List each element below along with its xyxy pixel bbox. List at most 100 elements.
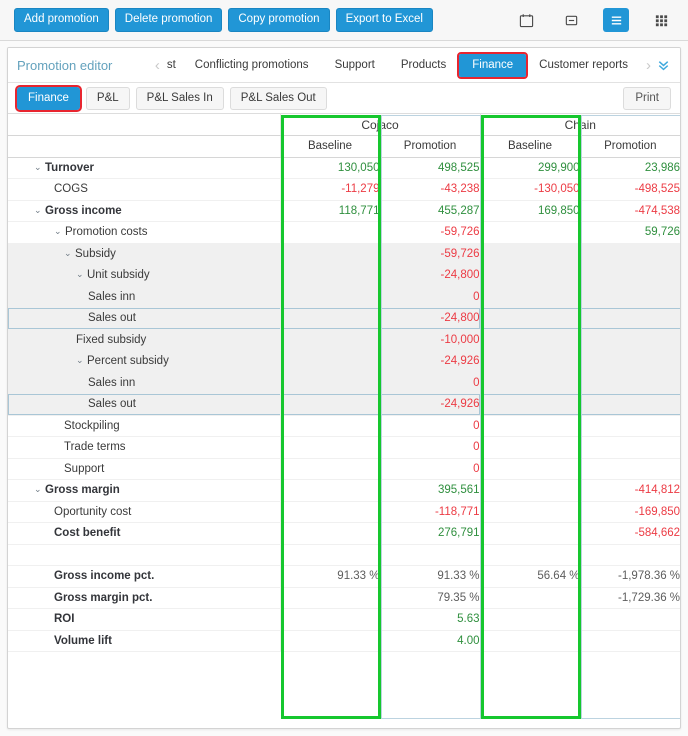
table-row[interactable]: Volume lift 4.00 bbox=[8, 630, 680, 652]
row-expand-caret-icon[interactable]: ⌄ bbox=[54, 226, 65, 237]
cell-chain-baseline[interactable]: 56.64 % bbox=[479, 565, 581, 588]
row-expand-caret-icon[interactable]: ⌄ bbox=[64, 248, 75, 259]
table-row[interactable]: ROI 5.63 bbox=[8, 608, 680, 631]
tab-customer-reports[interactable]: Customer reports bbox=[526, 54, 641, 77]
cell-chain-promotion[interactable]: -584,662 bbox=[579, 522, 680, 545]
cell-cojaco-baseline[interactable] bbox=[279, 221, 380, 244]
cell-cojaco-promotion[interactable]: -24,800 bbox=[379, 264, 481, 287]
cell-chain-baseline[interactable] bbox=[479, 436, 581, 459]
row-expand-caret-icon[interactable]: ⌄ bbox=[34, 484, 45, 495]
table-row[interactable] bbox=[8, 544, 680, 566]
cell-chain-baseline[interactable] bbox=[479, 243, 581, 265]
tab-finance[interactable]: Finance bbox=[457, 51, 529, 79]
row-expand-caret-icon[interactable]: ⌄ bbox=[76, 269, 87, 280]
cell-chain-promotion[interactable]: -1,729.36 % bbox=[579, 587, 680, 609]
cell-chain-promotion[interactable] bbox=[579, 329, 680, 351]
subtab-pl[interactable]: P&L bbox=[85, 86, 130, 110]
cell-cojaco-promotion[interactable]: 0 bbox=[379, 458, 481, 480]
table-row[interactable]: Gross margin pct. 79.35 % -1,729.36 % bbox=[8, 587, 680, 609]
cell-cojaco-promotion[interactable]: 498,525 bbox=[379, 157, 481, 179]
print-button[interactable]: Print bbox=[623, 86, 671, 110]
cell-cojaco-promotion[interactable]: 455,287 bbox=[379, 200, 481, 222]
subtab-finance[interactable]: Finance bbox=[15, 84, 82, 112]
cell-cojaco-baseline[interactable] bbox=[279, 587, 380, 609]
add-promotion-button[interactable]: Add promotion bbox=[14, 8, 109, 32]
tab-products[interactable]: Products bbox=[388, 54, 459, 77]
cell-chain-promotion[interactable] bbox=[579, 458, 680, 480]
cell-chain-baseline[interactable] bbox=[479, 350, 581, 373]
chevron-down-icon[interactable] bbox=[656, 57, 671, 74]
table-row[interactable]: ⌄ Promotion costs -59,726 59,726 bbox=[8, 221, 680, 244]
table-row[interactable]: ⌄ Unit subsidy -24,800 bbox=[8, 264, 680, 287]
cell-cojaco-baseline[interactable] bbox=[279, 608, 380, 631]
tab-clipped[interactable]: st bbox=[165, 54, 182, 77]
cell-chain-promotion[interactable] bbox=[579, 608, 680, 631]
cell-cojaco-promotion[interactable]: -118,771 bbox=[379, 501, 481, 523]
cell-cojaco-promotion[interactable]: -24,800 bbox=[379, 307, 481, 330]
cell-chain-baseline[interactable] bbox=[479, 501, 581, 523]
table-row[interactable]: Trade terms 0 bbox=[8, 436, 680, 459]
cell-chain-baseline[interactable]: -130,050 bbox=[479, 178, 581, 201]
cell-cojaco-promotion[interactable]: -59,726 bbox=[379, 221, 481, 244]
tabs-prev-arrow[interactable]: ‹ bbox=[150, 58, 165, 73]
tab-conflicting-promotions[interactable]: Conflicting promotions bbox=[182, 54, 322, 77]
tab-support[interactable]: Support bbox=[322, 54, 388, 77]
cell-chain-promotion[interactable] bbox=[579, 372, 680, 394]
table-row[interactable]: ⌄ Gross margin 395,561 -414,812 bbox=[8, 479, 680, 502]
cell-chain-baseline[interactable] bbox=[479, 522, 581, 545]
table-row[interactable]: ⌄ Subsidy -59,726 bbox=[8, 243, 680, 265]
cell-cojaco-promotion[interactable]: -43,238 bbox=[379, 178, 481, 201]
cell-cojaco-promotion[interactable] bbox=[379, 544, 481, 566]
cell-cojaco-baseline[interactable] bbox=[279, 350, 380, 373]
cell-chain-baseline[interactable] bbox=[479, 479, 581, 502]
cell-cojaco-baseline[interactable] bbox=[279, 544, 380, 566]
cell-chain-baseline[interactable] bbox=[479, 221, 581, 244]
table-row[interactable]: ⌄ Percent subsidy -24,926 bbox=[8, 350, 680, 373]
delete-promotion-button[interactable]: Delete promotion bbox=[114, 8, 223, 32]
cell-cojaco-baseline[interactable]: -11,279 bbox=[279, 178, 380, 201]
table-row[interactable]: Support 0 bbox=[8, 458, 680, 480]
cell-cojaco-promotion[interactable]: 4.00 bbox=[379, 630, 481, 652]
cell-cojaco-baseline[interactable] bbox=[279, 522, 380, 545]
cell-chain-baseline[interactable] bbox=[479, 415, 581, 437]
cell-cojaco-promotion[interactable]: 0 bbox=[379, 436, 481, 459]
export-to-excel-button[interactable]: Export to Excel bbox=[335, 8, 433, 32]
cell-chain-promotion[interactable]: 23,986 bbox=[579, 157, 680, 179]
cell-cojaco-baseline[interactable] bbox=[279, 286, 380, 308]
cell-chain-promotion[interactable]: -1,978.36 % bbox=[579, 565, 680, 588]
cell-cojaco-baseline[interactable] bbox=[279, 479, 380, 502]
cell-chain-baseline[interactable] bbox=[479, 264, 581, 287]
table-row[interactable]: Sales inn 0 bbox=[8, 286, 680, 308]
cell-chain-promotion[interactable] bbox=[579, 544, 680, 566]
cell-chain-baseline[interactable] bbox=[479, 307, 581, 330]
cell-chain-promotion[interactable]: -498,525 bbox=[579, 178, 680, 201]
cell-cojaco-baseline[interactable] bbox=[279, 264, 380, 287]
cell-chain-baseline[interactable] bbox=[479, 286, 581, 308]
cell-chain-baseline[interactable]: 169,850 bbox=[479, 200, 581, 222]
cell-chain-baseline[interactable] bbox=[479, 329, 581, 351]
cell-chain-promotion[interactable]: -169,850 bbox=[579, 501, 680, 523]
subtab-pl-sales-out[interactable]: P&L Sales Out bbox=[229, 86, 327, 110]
cell-cojaco-promotion[interactable]: -24,926 bbox=[379, 350, 481, 373]
cell-chain-promotion[interactable] bbox=[579, 393, 680, 416]
list-view-icon[interactable] bbox=[603, 8, 629, 32]
cell-chain-baseline[interactable] bbox=[479, 630, 581, 652]
column-header-cojaco-promotion[interactable]: Promotion bbox=[379, 135, 481, 158]
cell-cojaco-baseline[interactable]: 130,050 bbox=[279, 157, 380, 179]
table-row[interactable]: Gross income pct. 91.33 % 91.33 % 56.64 % -1… bbox=[8, 565, 680, 588]
cell-cojaco-promotion[interactable]: -59,726 bbox=[379, 243, 481, 265]
cell-chain-promotion[interactable]: -414,812 bbox=[579, 479, 680, 502]
column-header-chain-promotion[interactable]: Promotion bbox=[579, 135, 680, 158]
table-row[interactable]: Sales out -24,800 bbox=[8, 307, 680, 330]
cell-cojaco-promotion[interactable]: 0 bbox=[379, 372, 481, 394]
cell-chain-promotion[interactable] bbox=[579, 415, 680, 437]
table-row[interactable]: Stockpiling 0 bbox=[8, 415, 680, 437]
cell-cojaco-promotion[interactable]: 91.33 % bbox=[379, 565, 481, 588]
cell-cojaco-promotion[interactable]: 79.35 % bbox=[379, 587, 481, 609]
cell-chain-baseline[interactable] bbox=[479, 608, 581, 631]
column-header-cojaco-baseline[interactable]: Baseline bbox=[279, 135, 380, 158]
cell-chain-baseline[interactable] bbox=[479, 372, 581, 394]
column-header-chain-baseline[interactable]: Baseline bbox=[479, 135, 581, 158]
row-expand-caret-icon[interactable]: ⌄ bbox=[34, 205, 45, 216]
cell-cojaco-baseline[interactable] bbox=[279, 393, 380, 416]
